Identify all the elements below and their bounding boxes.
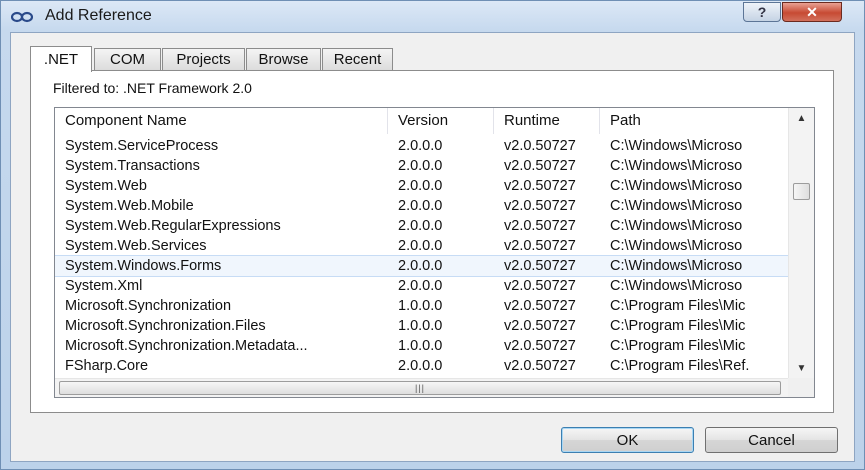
- cell-path: C:\Windows\Microso: [610, 238, 743, 254]
- title-bar[interactable]: Add Reference ? ✕: [1, 1, 865, 33]
- grip-icon: |||: [414, 383, 425, 393]
- table-row[interactable]: Microsoft.Synchronization.Files 1.0.0.0 v2…: [55, 316, 788, 336]
- cell-version: 2.0.0.0: [398, 238, 443, 254]
- table-row[interactable]: System.Web.Mobile 2.0.0.0 v2.0.50727 C:\Win…: [55, 196, 788, 216]
- cell-component-name: Microsoft.Synchronization: [65, 298, 232, 314]
- cell-version: 1.0.0.0: [398, 318, 443, 334]
- cell-component-name: System.Xml: [65, 278, 143, 294]
- table-row[interactable]: Microsoft.Synchronization.Metadata... 1.0…: [55, 336, 788, 356]
- table-row[interactable]: System.Xml 2.0.0.0 v2.0.50727 C:\Windows\Mi…: [55, 276, 788, 296]
- cell-component-name: Microsoft.Synchronization.Files: [65, 318, 266, 334]
- table-row[interactable]: System.Web.Services 2.0.0.0 v2.0.50727 C:\W…: [55, 236, 788, 256]
- cell-path: C:\Program Files\Ref.: [610, 358, 750, 374]
- vertical-scrollbar[interactable]: ▲ ▼: [788, 108, 814, 378]
- cell-path: C:\Program Files\Mic: [610, 298, 746, 314]
- add-reference-dialog: Add Reference ? ✕ .NET COM Projects Brow…: [0, 0, 865, 470]
- column-header-component-name[interactable]: Component Name: [55, 108, 388, 134]
- cell-path: C:\Windows\Microso: [610, 198, 743, 214]
- close-button[interactable]: ✕: [782, 2, 842, 22]
- list-header: Component Name Version Runtime Path: [55, 108, 788, 134]
- cell-version: 2.0.0.0: [398, 178, 443, 194]
- cell-component-name: System.Web.Mobile: [65, 198, 194, 214]
- cancel-button[interactable]: Cancel: [705, 427, 838, 453]
- arrow-up-icon[interactable]: ▲: [789, 108, 814, 128]
- cell-path: C:\Program Files\Mic: [610, 338, 746, 354]
- window-title: Add Reference: [45, 7, 152, 24]
- cell-component-name: System.ServiceProcess: [65, 138, 219, 154]
- cell-component-name: System.Web.RegularExpressions: [65, 218, 281, 234]
- tab-projects[interactable]: Projects: [162, 48, 245, 70]
- cell-runtime: v2.0.50727: [504, 218, 576, 234]
- link-chain-icon: [11, 11, 33, 23]
- tab-net[interactable]: .NET: [30, 46, 92, 72]
- cell-version: 2.0.0.0: [398, 218, 443, 234]
- cell-path: C:\Windows\Microso: [610, 178, 743, 194]
- column-header-runtime[interactable]: Runtime: [494, 108, 600, 134]
- cell-version: 2.0.0.0: [398, 278, 443, 294]
- dialog-client: .NET COM Projects Browse Recent Filtered…: [10, 32, 855, 462]
- vertical-scroll-thumb[interactable]: [793, 183, 810, 200]
- tab-recent[interactable]: Recent: [322, 48, 393, 70]
- cell-component-name: System.Web: [65, 178, 147, 194]
- tab-com[interactable]: COM: [94, 48, 161, 70]
- table-row[interactable]: Microsoft.Synchronization 1.0.0.0 v2.0.507…: [55, 296, 788, 316]
- cell-version: 2.0.0.0: [398, 358, 443, 374]
- table-row[interactable]: System.Web 2.0.0.0 v2.0.50727 C:\Windows\Mi…: [55, 176, 788, 196]
- cell-runtime: v2.0.50727: [504, 178, 576, 194]
- column-header-version[interactable]: Version: [388, 108, 494, 134]
- cell-path: C:\Windows\Microso: [610, 138, 743, 154]
- tab-panel-net: Filtered to: .NET Framework 2.0 Componen…: [30, 70, 834, 413]
- cell-version: 2.0.0.0: [398, 198, 443, 214]
- table-row[interactable]: System.Web.RegularExpressions 2.0.0.0 v2.0…: [55, 216, 788, 236]
- table-row[interactable]: System.Transactions 2.0.0.0 v2.0.50727 C:\W…: [55, 156, 788, 176]
- cell-path: C:\Windows\Microso: [610, 278, 743, 294]
- cell-version: 1.0.0.0: [398, 298, 443, 314]
- horizontal-scroll-thumb[interactable]: |||: [59, 381, 781, 395]
- cell-version: 1.0.0.0: [398, 338, 443, 354]
- cell-runtime: v2.0.50727: [504, 138, 576, 154]
- cell-runtime: v2.0.50727: [504, 338, 576, 354]
- help-button[interactable]: ?: [743, 2, 781, 22]
- column-header-path[interactable]: Path: [600, 108, 788, 134]
- cell-version: 2.0.0.0: [398, 138, 443, 154]
- arrow-down-icon[interactable]: ▼: [789, 358, 814, 378]
- cell-runtime: v2.0.50727: [504, 358, 576, 374]
- filter-label: Filtered to: .NET Framework 2.0: [53, 80, 252, 96]
- cell-component-name: System.Windows.Forms: [65, 258, 222, 274]
- table-row[interactable]: FSharp.Core 2.0.0.0 v2.0.50727 C:\Program F…: [55, 356, 788, 376]
- cell-runtime: v2.0.50727: [504, 258, 576, 274]
- table-row[interactable]: System.ServiceProcess 2.0.0.0 v2.0.50727 C:…: [55, 136, 788, 156]
- cell-runtime: v2.0.50727: [504, 318, 576, 334]
- cell-runtime: v2.0.50727: [504, 238, 576, 254]
- cell-path: C:\Program Files\Mic: [610, 318, 746, 334]
- horizontal-scrollbar[interactable]: |||: [55, 378, 788, 397]
- scrollbar-corner: [788, 378, 814, 397]
- cell-path: C:\Windows\Microso: [610, 158, 743, 174]
- cell-path: C:\Windows\Microso: [610, 258, 743, 274]
- cell-component-name: Microsoft.Synchronization.Metadata...: [65, 338, 308, 354]
- component-list[interactable]: Component Name Version Runtime Path Syst…: [54, 107, 815, 398]
- table-row[interactable]: System.Windows.Forms 2.0.0.0 v2.0.50727 C:\…: [55, 255, 789, 277]
- cell-runtime: v2.0.50727: [504, 278, 576, 294]
- cell-version: 2.0.0.0: [398, 258, 443, 274]
- cell-runtime: v2.0.50727: [504, 198, 576, 214]
- cell-component-name: System.Transactions: [65, 158, 200, 174]
- cell-runtime: v2.0.50727: [504, 158, 576, 174]
- cell-runtime: v2.0.50727: [504, 298, 576, 314]
- cell-component-name: System.Web.Services: [65, 238, 207, 254]
- ok-button[interactable]: OK: [561, 427, 694, 453]
- cell-version: 2.0.0.0: [398, 158, 443, 174]
- cell-component-name: FSharp.Core: [65, 358, 149, 374]
- tab-browse[interactable]: Browse: [246, 48, 321, 70]
- cell-path: C:\Windows\Microso: [610, 218, 743, 234]
